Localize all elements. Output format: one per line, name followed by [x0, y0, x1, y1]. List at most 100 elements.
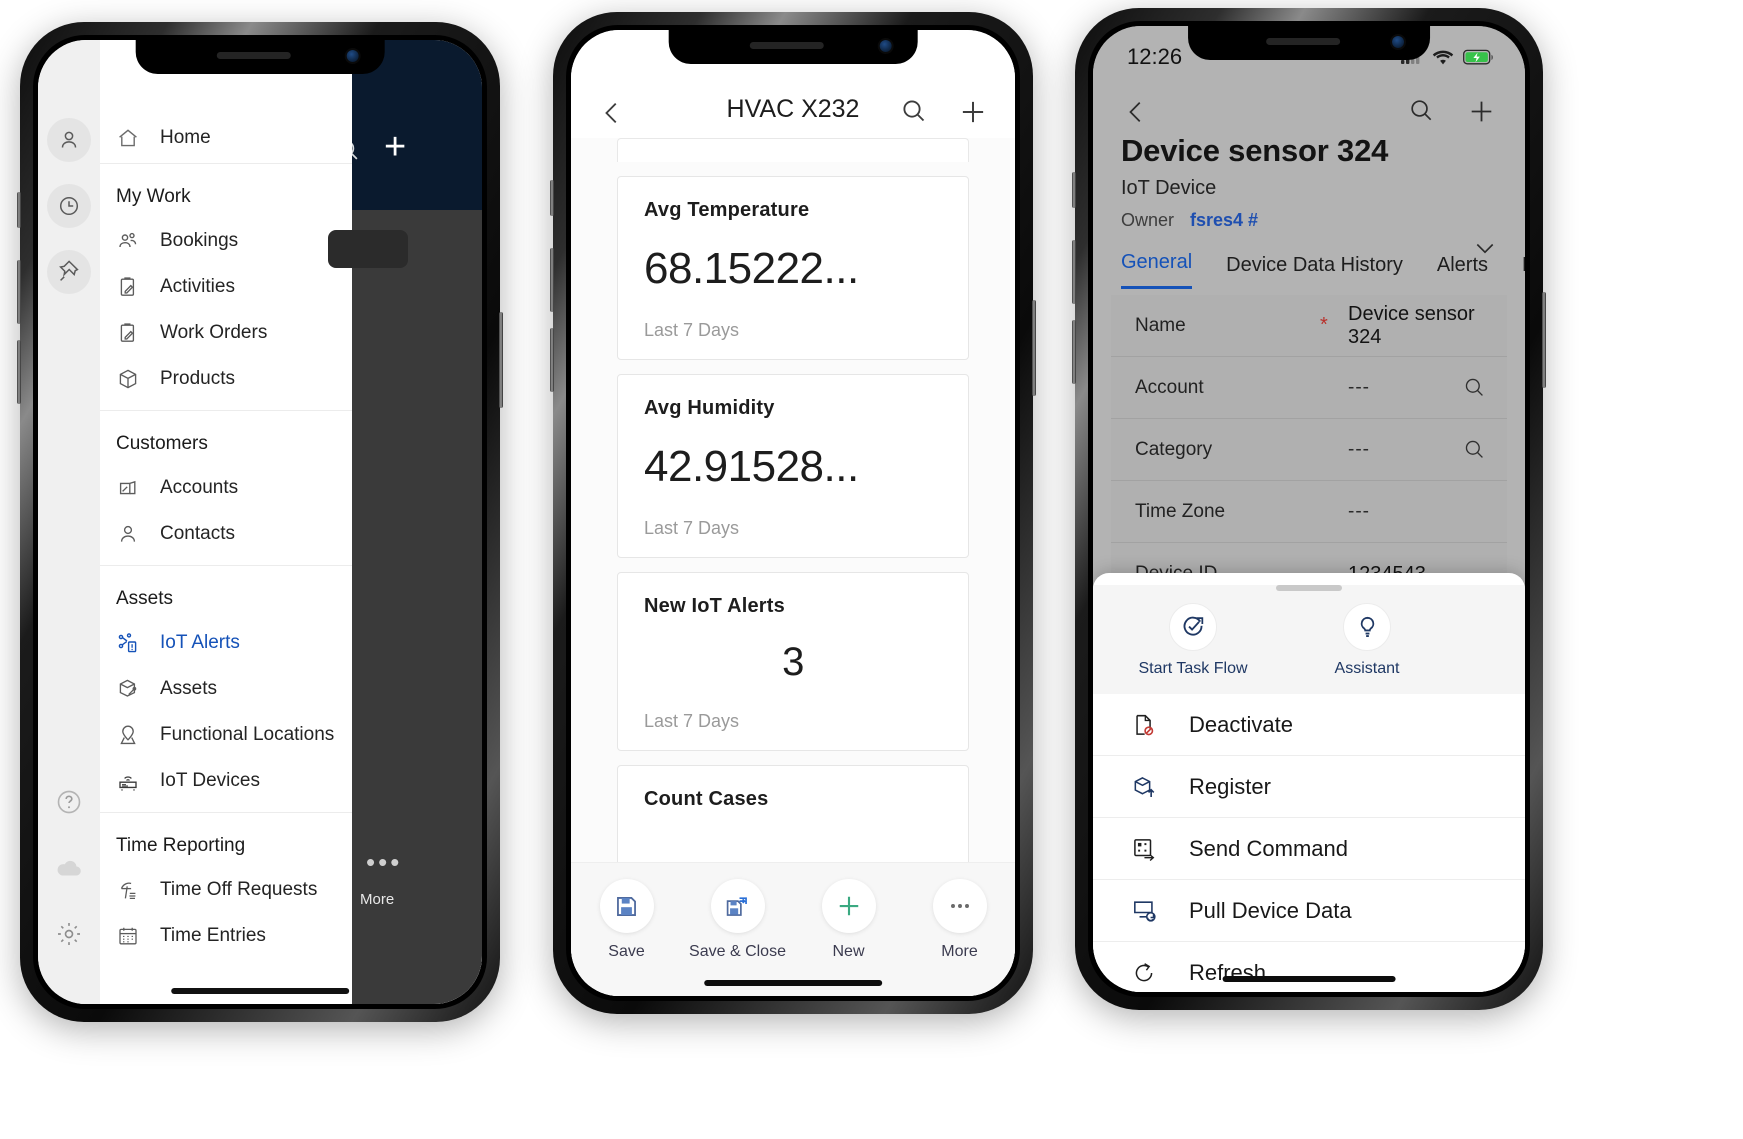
field-label: Time Zone — [1135, 500, 1226, 522]
floppy-save-close-icon — [710, 879, 765, 933]
mute-switch[interactable] — [550, 180, 554, 216]
rail-item-help[interactable] — [47, 780, 91, 824]
quick-action-assistant[interactable]: Assistant — [1311, 603, 1423, 678]
volume-down-button[interactable] — [550, 328, 554, 392]
search-icon[interactable] — [1462, 437, 1487, 462]
ellipsis-icon[interactable]: ••• — [366, 847, 402, 878]
box-icon — [116, 367, 140, 391]
power-button[interactable] — [499, 312, 503, 408]
menu-item-deactivate[interactable]: Deactivate — [1093, 694, 1525, 756]
floppy-save-icon — [599, 879, 654, 933]
save-button[interactable]: Save — [571, 879, 682, 961]
kpi-title: New IoT Alerts — [644, 595, 785, 617]
home-indicator — [171, 988, 349, 994]
menu-item-refresh[interactable]: Refresh — [1093, 942, 1525, 992]
mute-switch[interactable] — [17, 192, 21, 228]
search-icon[interactable] — [334, 136, 362, 164]
volume-down-button[interactable] — [17, 340, 21, 404]
rail-item-settings[interactable] — [47, 912, 91, 956]
kpi-card-count-cases[interactable]: Count Cases — [617, 765, 969, 872]
underlying-app-overlay[interactable]: + ••• More — [328, 40, 482, 1004]
add-button[interactable] — [957, 96, 989, 128]
kpi-title: Avg Temperature — [644, 199, 810, 221]
field-row-account[interactable]: Account --- — [1111, 357, 1507, 419]
notch — [1188, 26, 1430, 60]
tab-device-registration[interactable]: Device R — [1522, 254, 1525, 289]
pin-icon — [57, 260, 81, 284]
field-label: Account — [1135, 376, 1204, 398]
mute-switch[interactable] — [1072, 172, 1076, 208]
field-row-name[interactable]: Name * Device sensor 324 — [1111, 295, 1507, 357]
front-camera — [346, 50, 359, 62]
sidebar-item-label: Products — [160, 368, 235, 389]
sidebar-item-label: Accounts — [160, 477, 239, 498]
field-row-category[interactable]: Category --- — [1111, 419, 1507, 481]
kpi-card-avg-temperature[interactable]: Avg Temperature 68.15222... Last 7 Days — [617, 176, 969, 360]
sidebar-item-label: Functional Locations — [160, 724, 335, 745]
dashboard-body[interactable]: Avg Temperature 68.15222... Last 7 Days … — [571, 138, 1015, 996]
kpi-subtitle: Last 7 Days — [644, 320, 740, 340]
plus-icon[interactable]: + — [384, 128, 406, 166]
field-value: --- — [1348, 500, 1370, 522]
back-button[interactable] — [1121, 97, 1151, 127]
tab-general[interactable]: General — [1121, 251, 1193, 289]
nav-rail — [38, 40, 100, 1004]
more-button[interactable]: More — [904, 879, 1015, 961]
command-bar: Save Save & Close New More — [571, 862, 1015, 996]
tab-device-data-history[interactable]: Device Data History — [1226, 254, 1403, 289]
menu-item-send-command[interactable]: Send Command — [1093, 818, 1525, 880]
quick-action-start-task-flow[interactable]: Start Task Flow — [1137, 603, 1249, 678]
volume-up-button[interactable] — [1072, 240, 1076, 304]
rail-item-profile[interactable] — [47, 118, 91, 162]
earpiece-speaker — [1266, 38, 1341, 45]
earpiece-speaker — [750, 42, 825, 49]
location-pin-icon — [116, 723, 140, 747]
volume-up-button[interactable] — [550, 248, 554, 312]
iot-alert-icon — [116, 631, 140, 655]
expand-header-button[interactable] — [1471, 234, 1499, 262]
send-command-icon — [1127, 836, 1161, 862]
search-icon[interactable] — [1462, 375, 1487, 400]
owner-label: Owner — [1121, 210, 1175, 230]
kpi-card-avg-humidity[interactable]: Avg Humidity 42.91528... Last 7 Days — [617, 374, 969, 558]
new-button[interactable]: New — [793, 879, 904, 961]
search-button[interactable] — [1407, 96, 1436, 127]
timeoff-icon — [116, 878, 140, 902]
field-value: --- — [1348, 376, 1370, 398]
save-and-close-button[interactable]: Save & Close — [682, 879, 793, 961]
kpi-subtitle: Last 7 Days — [644, 711, 740, 731]
clipboard-pencil-icon — [116, 275, 140, 299]
menu-item-register[interactable]: Register — [1093, 756, 1525, 818]
help-icon — [55, 788, 83, 816]
add-button[interactable] — [1466, 96, 1497, 127]
record-type: IoT Device — [1121, 177, 1217, 199]
phone-3-record: 12:26 Device sensor 324 IoT Device Owner… — [1072, 8, 1546, 1010]
toolbar-label: More — [941, 943, 978, 960]
asset-box-icon — [116, 677, 140, 701]
search-button[interactable] — [899, 96, 929, 128]
volume-down-button[interactable] — [1072, 320, 1076, 384]
owner-value[interactable]: fsres4 # — [1190, 210, 1258, 231]
kpi-card-new-iot-alerts[interactable]: New IoT Alerts 3 Last 7 Days — [617, 572, 969, 751]
power-button[interactable] — [1542, 292, 1546, 388]
sidebar-item-label: Contacts — [160, 523, 235, 544]
phone-2-screen: HVAC X232 Avg Temperature 68.15222... La… — [571, 30, 1015, 996]
power-button[interactable] — [1032, 300, 1036, 396]
sidebar-item-label: Work Orders — [160, 322, 268, 343]
rail-item-recent[interactable] — [47, 184, 91, 228]
ellipsis-icon — [932, 879, 987, 933]
kpi-subtitle: Last 7 Days — [644, 518, 740, 538]
volume-up-button[interactable] — [17, 260, 21, 324]
menu-item-pull-device-data[interactable]: Pull Device Data — [1093, 880, 1525, 942]
status-time: 12:26 — [1127, 44, 1183, 69]
rail-item-cloud[interactable] — [47, 846, 91, 890]
record-command-bar — [1093, 88, 1525, 127]
back-button[interactable] — [597, 98, 627, 128]
quick-action-label: Assistant — [1334, 660, 1400, 677]
field-value: Device sensor 324 — [1348, 302, 1475, 348]
phone-2-dashboard: HVAC X232 Avg Temperature 68.15222... La… — [550, 12, 1036, 1014]
kpi-value: 42.91528... — [644, 442, 859, 491]
partial-card-top — [617, 138, 969, 162]
field-row-time-zone[interactable]: Time Zone --- — [1111, 481, 1507, 543]
rail-item-pinned[interactable] — [47, 250, 91, 294]
